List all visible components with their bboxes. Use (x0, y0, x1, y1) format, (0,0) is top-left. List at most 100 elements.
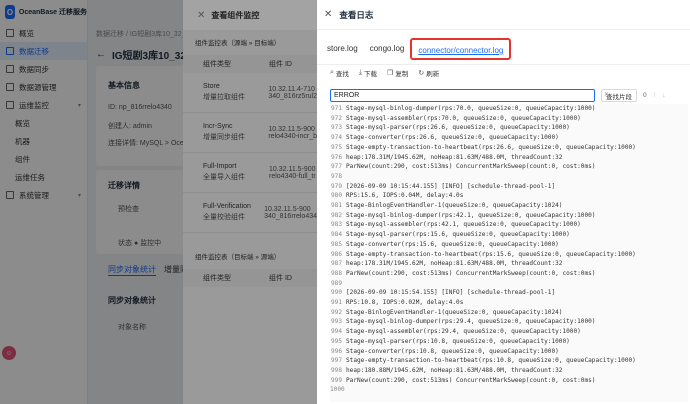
log-line: 999 ParNew(count:290, cost:513ms) Concurr… (330, 376, 688, 386)
line-text: Stage-converter(rps:26.6, queueSize:0, q… (346, 134, 559, 142)
line-text: Stage-mysql-assembler(rps:29.4, queueSiz… (346, 328, 581, 336)
line-text: Stage-BinlogEventHandler-1(queueSize:0, … (346, 308, 563, 316)
monitor-drawer-header: ✕ 查看组件监控 (183, 0, 317, 30)
copy-icon: ❐ (387, 70, 394, 77)
log-line: 996 Stage-converter(rps:10.8, queueSize:0… (330, 347, 688, 357)
log-line: 994 Stage-mysql-assembler(rps:29.4, queue… (330, 327, 688, 337)
line-text: ParNew(count:290, cost:513ms) Concurrent… (346, 376, 596, 384)
log-line: 977 ParNew(count:290, cost:513ms) Concurr… (330, 162, 688, 172)
component-monitor-drawer: ✕ 查看组件监控 组件监控表（源端 » 目标端） 组件类型 组件 ID Stor… (183, 0, 317, 404)
monitor-table-header-reverse: 组件类型 组件 ID (183, 269, 317, 287)
table-row: Store 增量拉取组件 10.32.11.4-710 340_816rz5rul2 (183, 73, 317, 113)
component-subtype: 增量拉取组件 (203, 94, 245, 101)
component-id: 10.32.11.5-900 (264, 205, 311, 213)
line-text: RPS:15.6, IOPS:0.04M, delay:4.0s (346, 192, 464, 200)
line-text: Stage-mysql-assembler(rps:42.1, queueSiz… (346, 221, 581, 229)
log-viewer[interactable]: 971 Stage-mysql-binlog-dumper(rps:70.0, q… (330, 104, 688, 402)
line-number: 971 (330, 105, 342, 112)
line-number: 982 (330, 211, 342, 219)
log-line: 995 Stage-mysql-parser(rps:10.8, queueSiz… (330, 337, 688, 347)
download-icon: ⤓ (358, 69, 363, 76)
line-number: 997 (330, 357, 342, 365)
component-type: Store (203, 83, 220, 90)
line-number: 979 (330, 182, 342, 190)
search-label: 查找 (335, 71, 349, 78)
refresh-label: 刷新 (426, 71, 440, 78)
line-number: 1000 (330, 386, 345, 394)
line-text: [2026-09-09 10:15:44.155] [INFO] [schedu… (346, 182, 556, 190)
line-text: Stage-mysql-assembler(rps:70.0, queueSiz… (346, 114, 581, 122)
log-line: 985 Stage-converter(rps:15.6, queueSize:0… (330, 240, 688, 250)
log-line: 987 heap:178.31M/1945.62M, noHeap:81.63M/… (330, 259, 688, 269)
line-number: 984 (330, 231, 342, 239)
monitor-section-reverse: 组件监控表（目标端 » 源端） (195, 254, 281, 261)
component-id-header: 组件 ID (269, 275, 292, 282)
copy-button[interactable]: ❐ 复制 (387, 68, 408, 78)
component-id-2: relo4340-incr_b (268, 132, 317, 140)
line-text: Stage-mysql-binlog-dumper(rps:42.1, queu… (346, 211, 596, 219)
close-icon[interactable]: ✕ (197, 10, 205, 21)
download-button[interactable]: ⤓ 下载 (359, 68, 377, 78)
line-text: Stage-mysql-binlog-dumper(rps:70.0, queu… (346, 105, 596, 112)
log-line: 988 ParNew(count:290, cost:513ms) Concurr… (330, 269, 688, 279)
log-file-tab[interactable]: connector/connector.log (410, 38, 512, 60)
log-line: 997 Stage-empty-transaction-to-heartbeat(… (330, 356, 688, 366)
line-text: Stage-converter(rps:15.6, queueSize:0, q… (346, 240, 559, 248)
log-line: 972 Stage-mysql-assembler(rps:70.0, queue… (330, 114, 688, 124)
search-button[interactable]: ⌕ 查找 (330, 68, 349, 78)
line-text: Stage-empty-transaction-to-heartbeat(rps… (346, 143, 636, 151)
line-number: 988 (330, 269, 342, 277)
line-text: Stage-BinlogEventHandler-1(queueSize:0, … (346, 202, 563, 210)
tab-divider (317, 64, 690, 65)
table-row: Full-Import 全量导入组件 10.32.11.5-900 relo4340-… (183, 153, 317, 193)
log-line: 974 Stage-converter(rps:26.6, queueSize:0… (330, 133, 688, 143)
line-number: 974 (330, 134, 342, 142)
clear-icon[interactable]: ✕ (604, 91, 609, 98)
log-line: 978 (330, 172, 688, 182)
line-text: ParNew(count:290, cost:513ms) Concurrent… (346, 269, 596, 277)
log-file-tab[interactable]: store.log (321, 38, 364, 60)
component-id-cell: 10.32.11.4-710 340_816rz5rul2 (268, 86, 317, 100)
line-number: 978 (330, 172, 342, 180)
monitor-section-forward: 组件监控表（源端 » 目标端） (195, 40, 281, 47)
line-number: 981 (330, 202, 342, 210)
log-file-tab[interactable]: congo.log (364, 38, 411, 60)
refresh-button[interactable]: ↻ 刷新 (418, 68, 439, 78)
log-search-input[interactable] (330, 89, 595, 102)
log-line: 998 heap:180.88M/1945.62M, noHeap:81.63M/… (330, 366, 688, 376)
line-number: 985 (330, 240, 342, 248)
log-line: 989 (330, 279, 688, 289)
line-number: 990 (330, 289, 342, 297)
component-type-header: 组件类型 (203, 61, 231, 68)
line-text: heap:178.31M/1945.62M, noHeap:81.63M/488… (346, 153, 563, 161)
line-number: 972 (330, 114, 342, 122)
component-id-cell: 10.32.11.5-900 relo4340-incr_b (268, 126, 317, 140)
line-text: Stage-mysql-parser(rps:15.6, queueSize:0… (346, 231, 570, 239)
line-number: 994 (330, 328, 342, 336)
component-id-cell: 10.32.11.5-900 relo4340-full_tr (269, 166, 316, 180)
close-icon[interactable]: ✕ (324, 9, 332, 20)
component-id-2: relo4340-full_tr (269, 172, 316, 180)
component-id: 10.32.11.4-710 (268, 85, 315, 93)
component-type-cell: Full-Verification 全量校验组件 (203, 203, 264, 222)
next-match-icon[interactable]: ↓ (662, 92, 666, 99)
log-line: 982 Stage-mysql-binlog-dumper(rps:42.1, q… (330, 211, 688, 221)
previous-match-icon[interactable]: ↑ (653, 92, 657, 99)
component-id-2: 340_816rrelo434 (264, 212, 317, 220)
log-line: 975 Stage-empty-transaction-to-heartbeat(… (330, 143, 688, 153)
line-number: 983 (330, 221, 342, 229)
line-number: 995 (330, 337, 342, 345)
line-number: 980 (330, 192, 342, 200)
line-number: 976 (330, 153, 342, 161)
component-type-cell: Incr-Sync 增量同步组件 (203, 123, 268, 142)
line-text: Stage-empty-transaction-to-heartbeat(rps… (346, 250, 636, 258)
line-number: 993 (330, 318, 342, 326)
log-line: 984 Stage-mysql-parser(rps:15.6, queueSiz… (330, 230, 688, 240)
component-id: 10.32.11.5-900 (268, 125, 315, 133)
component-id: 10.32.11.5-900 (269, 165, 316, 173)
log-line: 980 RPS:15.6, IOPS:0.04M, delay:4.0s (330, 191, 688, 201)
log-line: 976 heap:178.31M/1945.62M, noHeap:81.63M/… (330, 153, 688, 163)
line-number: 992 (330, 308, 342, 316)
line-number: 986 (330, 250, 342, 258)
line-text: heap:180.88M/1945.62M, noHeap:81.63M/488… (346, 366, 563, 374)
